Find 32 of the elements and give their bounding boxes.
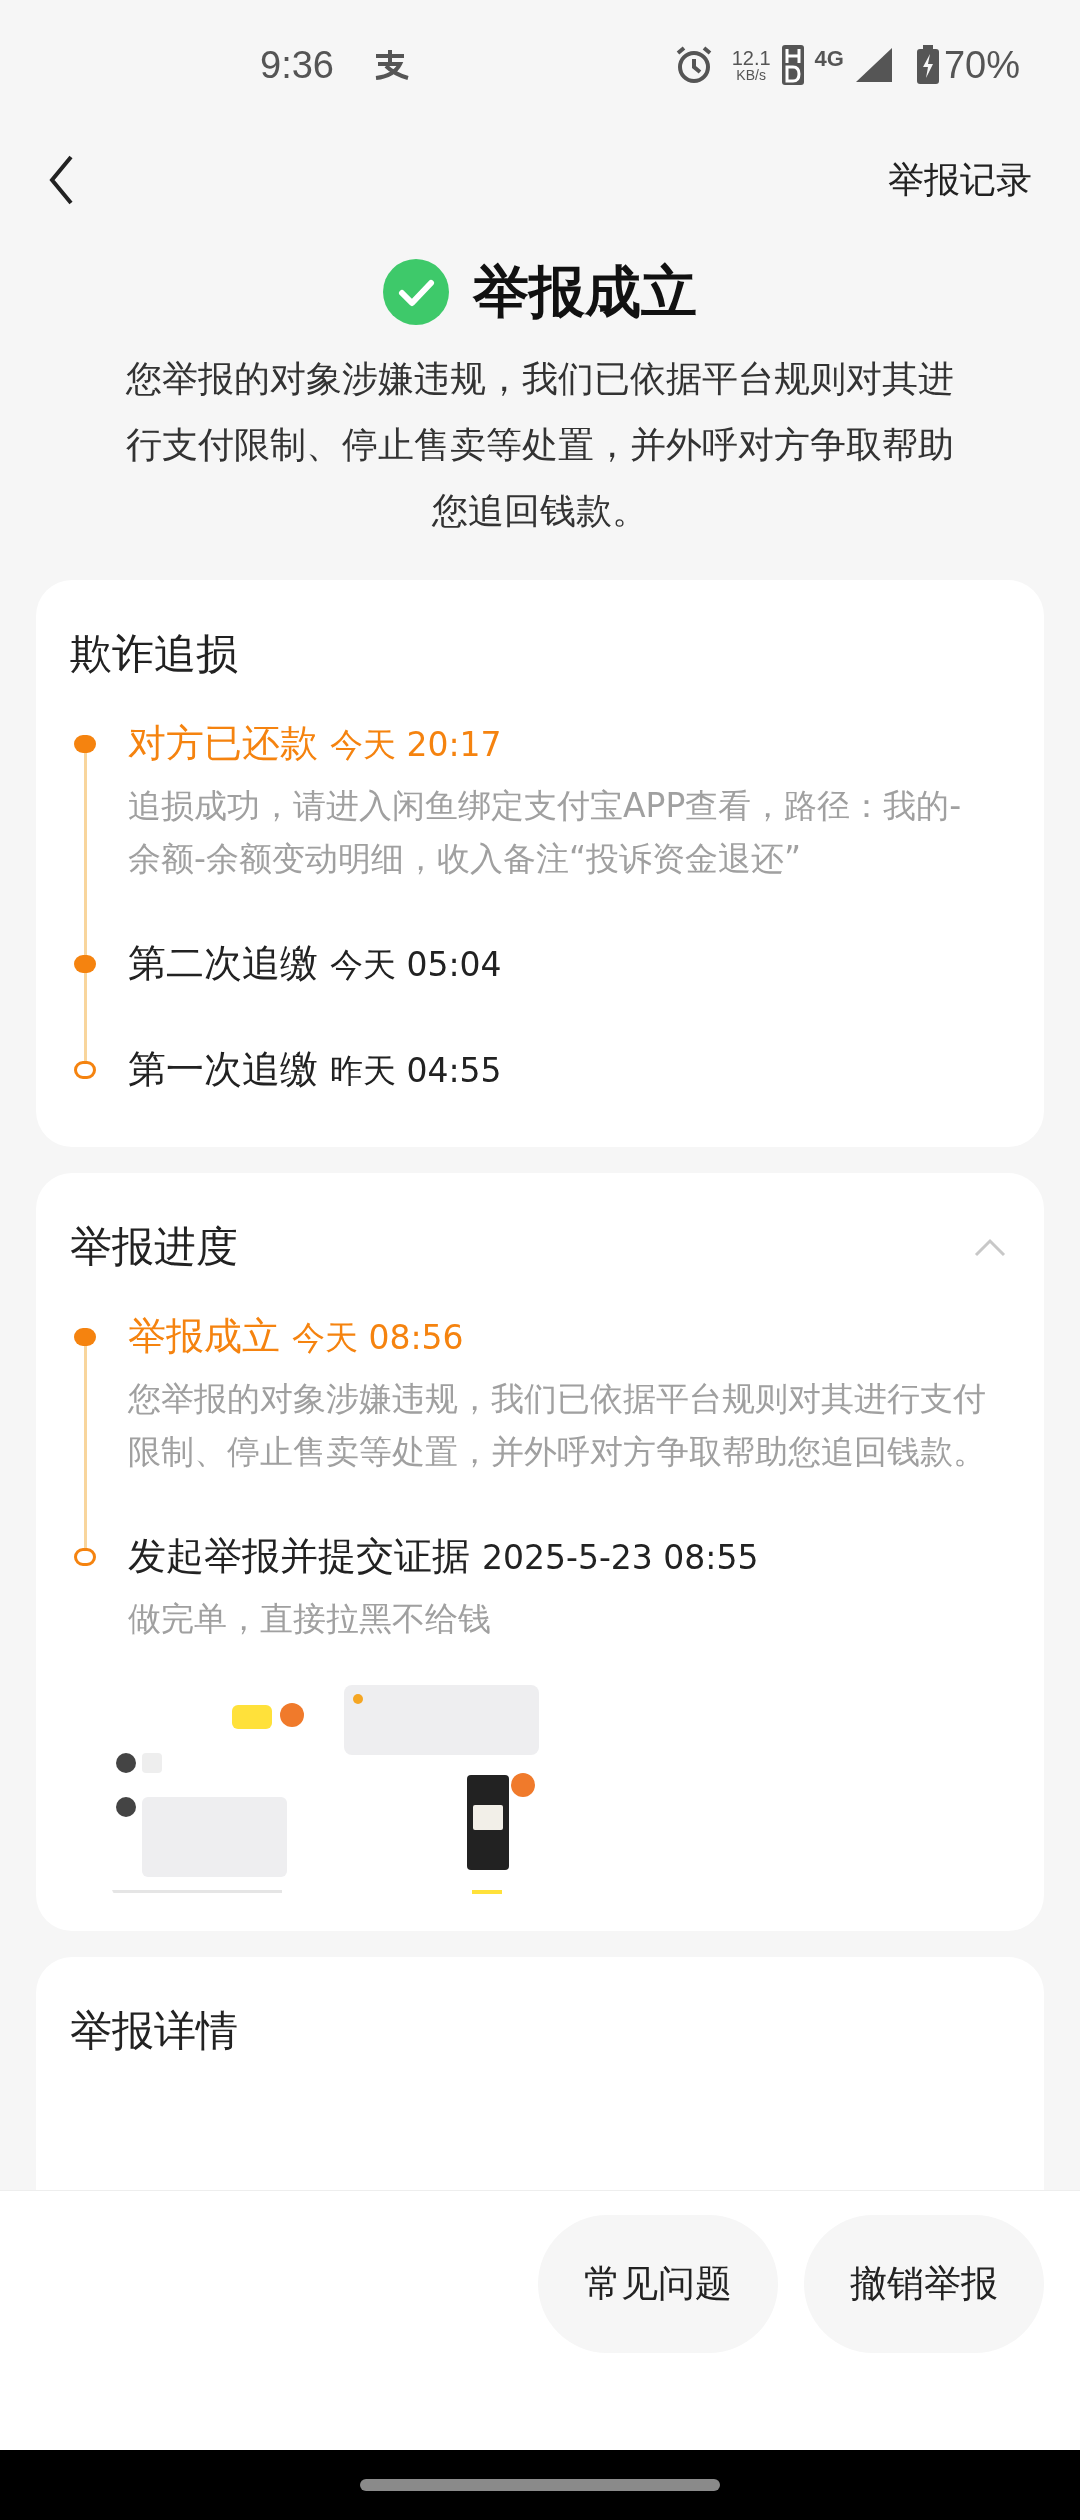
status-time: 9:36 — [260, 42, 334, 88]
event-time: 2025-5-23 08:55 — [482, 1537, 759, 1579]
chevron-up-icon — [974, 1236, 1006, 1257]
card-title: 举报进度 — [70, 1221, 238, 1273]
event-time: 今天 05:04 — [330, 944, 502, 986]
action-button[interactable]: 常见问题 — [538, 2215, 778, 2353]
battery-level: 70% — [943, 42, 1020, 88]
battery-charging-icon — [915, 45, 940, 85]
event-time: 昨天 04:55 — [330, 1050, 502, 1092]
home-indicator[interactable] — [360, 2479, 720, 2491]
hd-icon — [780, 44, 805, 86]
event-description: 做完单，直接拉黑不给钱 — [128, 1598, 492, 1640]
card-title: 举报详情 — [70, 2005, 239, 2057]
success-check-icon — [383, 259, 449, 325]
card-title: 欺诈追损 — [70, 628, 239, 680]
back-icon — [48, 154, 74, 206]
action-button[interactable]: 撤销举报 — [804, 2215, 1044, 2353]
event-description: 追损成功，请进入闲鱼绑定支付宝APP查看，路径：我的-余额-余额变动明细，收入备注“投诉资金退还” — [128, 785, 963, 880]
result-description: 您举报的对象涉嫌违规，我们已依据平台规则对其进行支付限制、停止售卖等处置，并外呼对方争取帮助您追回钱款。 — [125, 357, 955, 533]
network-speed: 12.1 — [731, 48, 771, 68]
report-history-link[interactable]: 举报记录 — [888, 153, 1032, 207]
event-title: 第一次追缴 — [128, 1046, 318, 1093]
event-time: 今天 08:56 — [292, 1317, 464, 1359]
event-title: 对方已还款 — [128, 720, 318, 767]
network-speed-unit: KB/s — [736, 68, 766, 82]
event-title: 发起举报并提交证据 — [128, 1533, 470, 1580]
result-title: 举报成立 — [473, 258, 697, 326]
event-time: 今天 20:17 — [330, 724, 502, 766]
event-title: 举报成立 — [128, 1313, 280, 1360]
network-type: 4G — [814, 44, 844, 73]
event-description: 您举报的对象涉嫌违规，我们已依据平台规则对其进行支付限制、停止售卖等处置，并外呼对方争取帮助您追回钱款。 — [128, 1378, 987, 1473]
event-title: 第二次追缴 — [128, 940, 318, 987]
